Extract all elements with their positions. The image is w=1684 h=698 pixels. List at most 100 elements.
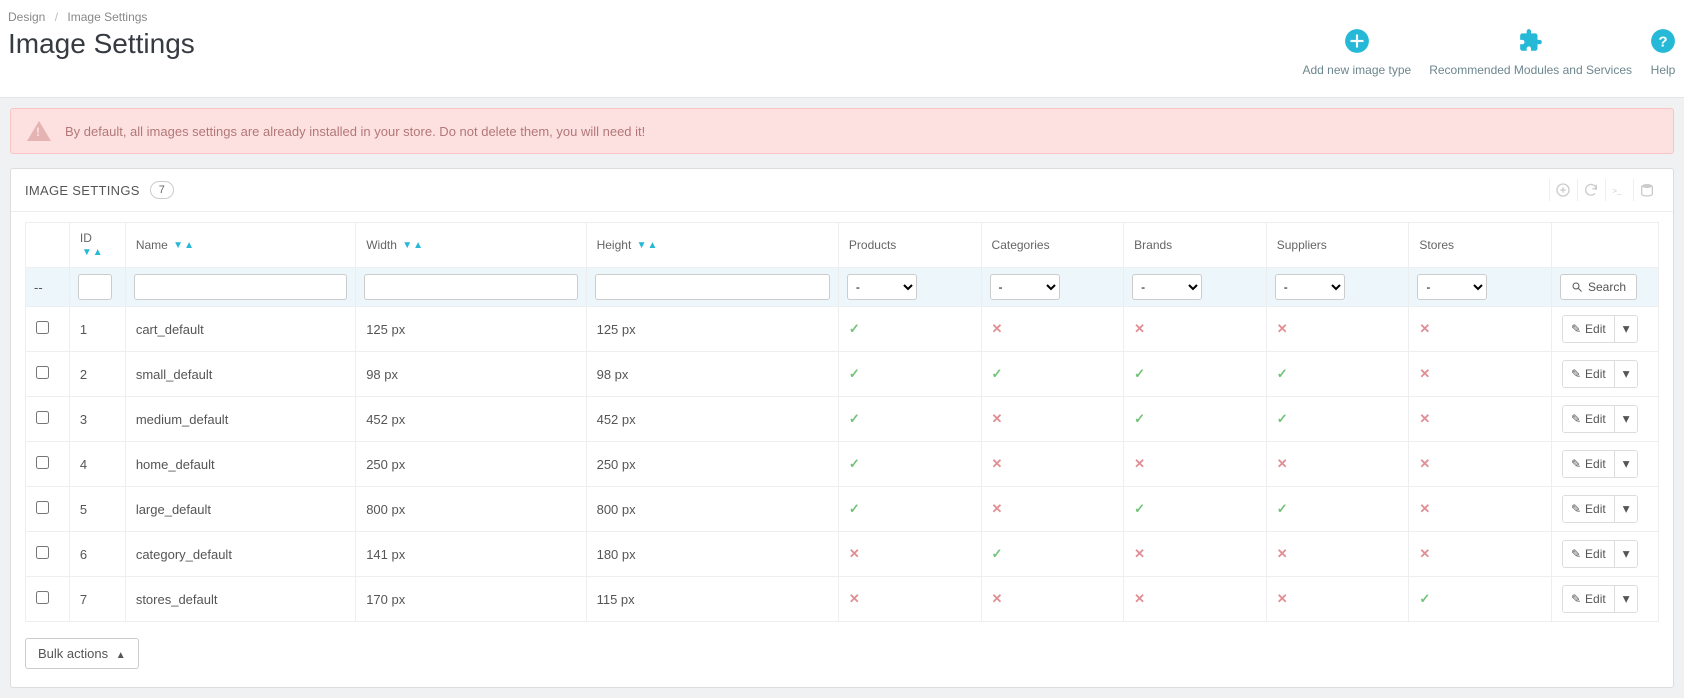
col-suppliers-label: Suppliers bbox=[1277, 238, 1327, 252]
cross-icon[interactable]: ✕ bbox=[849, 546, 860, 561]
table-row[interactable]: 3medium_default452 px452 px✓✕✓✓✕Edit▾ bbox=[26, 397, 1659, 442]
sort-name-asc[interactable]: ▲ bbox=[184, 240, 194, 251]
filter-width-input[interactable] bbox=[364, 274, 577, 300]
check-icon[interactable]: ✓ bbox=[1419, 591, 1430, 606]
check-icon[interactable]: ✓ bbox=[1134, 411, 1145, 426]
check-icon[interactable]: ✓ bbox=[849, 501, 860, 516]
cell-name: small_default bbox=[125, 352, 355, 397]
edit-dropdown-toggle[interactable]: ▾ bbox=[1614, 496, 1638, 522]
sort-id-desc[interactable]: ▼ bbox=[82, 247, 92, 258]
cell-width: 125 px bbox=[356, 307, 586, 352]
panel-export-icon[interactable] bbox=[1633, 179, 1659, 201]
cross-icon[interactable]: ✕ bbox=[1134, 546, 1145, 561]
row-checkbox[interactable] bbox=[36, 321, 49, 334]
check-icon[interactable]: ✓ bbox=[849, 411, 860, 426]
bulk-actions-button[interactable]: Bulk actions ▲ bbox=[25, 638, 139, 669]
filter-height-input[interactable] bbox=[595, 274, 830, 300]
sort-id-asc[interactable]: ▲ bbox=[93, 247, 103, 258]
filter-products-select[interactable]: - bbox=[847, 274, 917, 300]
edit-dropdown-toggle[interactable]: ▾ bbox=[1614, 586, 1638, 612]
cell-height: 800 px bbox=[586, 487, 838, 532]
panel-add-icon[interactable] bbox=[1549, 179, 1575, 201]
filter-name-input[interactable] bbox=[134, 274, 347, 300]
table-row[interactable]: 7stores_default170 px115 px✕✕✕✕✓Edit▾ bbox=[26, 577, 1659, 622]
col-categories-label: Categories bbox=[992, 238, 1050, 252]
check-icon[interactable]: ✓ bbox=[849, 456, 860, 471]
panel-refresh-icon[interactable] bbox=[1577, 179, 1603, 201]
table-row[interactable]: 1cart_default125 px125 px✓✕✕✕✕Edit▾ bbox=[26, 307, 1659, 352]
edit-dropdown-toggle[interactable]: ▾ bbox=[1614, 361, 1638, 387]
check-icon[interactable]: ✓ bbox=[992, 546, 1003, 561]
cell-categories: ✕ bbox=[981, 577, 1124, 622]
row-checkbox[interactable] bbox=[36, 546, 49, 559]
edit-dropdown-toggle[interactable]: ▾ bbox=[1614, 541, 1638, 567]
sort-name-desc[interactable]: ▼ bbox=[173, 240, 183, 251]
help-button[interactable]: ? Help bbox=[1650, 28, 1676, 77]
table-row[interactable]: 6category_default141 px180 px✕✓✕✕✕Edit▾ bbox=[26, 532, 1659, 577]
cross-icon[interactable]: ✕ bbox=[1277, 456, 1288, 471]
edit-button[interactable]: Edit bbox=[1563, 541, 1614, 567]
table-row[interactable]: 5large_default800 px800 px✓✕✓✓✕Edit▾ bbox=[26, 487, 1659, 532]
edit-button[interactable]: Edit bbox=[1563, 406, 1614, 432]
cross-icon[interactable]: ✕ bbox=[1134, 456, 1145, 471]
check-icon[interactable]: ✓ bbox=[1277, 366, 1288, 381]
check-icon[interactable]: ✓ bbox=[1134, 501, 1145, 516]
sort-height-asc[interactable]: ▲ bbox=[648, 240, 658, 251]
count-badge: 7 bbox=[150, 181, 174, 199]
sort-width-asc[interactable]: ▲ bbox=[413, 240, 423, 251]
add-new-image-type-button[interactable]: Add new image type bbox=[1302, 28, 1411, 77]
cross-icon[interactable]: ✕ bbox=[1134, 591, 1145, 606]
edit-button[interactable]: Edit bbox=[1563, 496, 1614, 522]
cross-icon[interactable]: ✕ bbox=[1277, 546, 1288, 561]
filter-stores-select[interactable]: - bbox=[1417, 274, 1487, 300]
cross-icon[interactable]: ✕ bbox=[992, 456, 1003, 471]
check-icon[interactable]: ✓ bbox=[1277, 411, 1288, 426]
cell-stores: ✕ bbox=[1409, 352, 1552, 397]
row-checkbox[interactable] bbox=[36, 591, 49, 604]
table-row[interactable]: 2small_default98 px98 px✓✓✓✓✕Edit▾ bbox=[26, 352, 1659, 397]
search-button[interactable]: Search bbox=[1560, 274, 1637, 300]
filter-suppliers-select[interactable]: - bbox=[1275, 274, 1345, 300]
cross-icon[interactable]: ✕ bbox=[992, 501, 1003, 516]
cross-icon[interactable]: ✕ bbox=[849, 591, 860, 606]
edit-dropdown-toggle[interactable]: ▾ bbox=[1614, 451, 1638, 477]
cross-icon[interactable]: ✕ bbox=[992, 411, 1003, 426]
row-checkbox[interactable] bbox=[36, 366, 49, 379]
cross-icon[interactable]: ✕ bbox=[1419, 546, 1430, 561]
cross-icon[interactable]: ✕ bbox=[1277, 321, 1288, 336]
cross-icon[interactable]: ✕ bbox=[1419, 321, 1430, 336]
check-icon[interactable]: ✓ bbox=[849, 366, 860, 381]
filter-categories-select[interactable]: - bbox=[990, 274, 1060, 300]
check-icon[interactable]: ✓ bbox=[1134, 366, 1145, 381]
edit-button[interactable]: Edit bbox=[1563, 586, 1614, 612]
row-checkbox[interactable] bbox=[36, 411, 49, 424]
col-products-label: Products bbox=[849, 238, 896, 252]
check-icon[interactable]: ✓ bbox=[849, 321, 860, 336]
edit-dropdown-toggle[interactable]: ▾ bbox=[1614, 406, 1638, 432]
panel-sql-icon[interactable]: >_ bbox=[1605, 179, 1631, 201]
sort-height-desc[interactable]: ▼ bbox=[637, 240, 647, 251]
edit-button[interactable]: Edit bbox=[1563, 316, 1614, 342]
edit-button[interactable]: Edit bbox=[1563, 361, 1614, 387]
table-row[interactable]: 4home_default250 px250 px✓✕✕✕✕Edit▾ bbox=[26, 442, 1659, 487]
cross-icon[interactable]: ✕ bbox=[992, 321, 1003, 336]
breadcrumb-parent[interactable]: Design bbox=[8, 10, 45, 24]
check-icon[interactable]: ✓ bbox=[1277, 501, 1288, 516]
edit-button[interactable]: Edit bbox=[1563, 451, 1614, 477]
recommended-modules-button[interactable]: Recommended Modules and Services bbox=[1429, 28, 1632, 77]
row-checkbox[interactable] bbox=[36, 501, 49, 514]
cross-icon[interactable]: ✕ bbox=[992, 591, 1003, 606]
row-checkbox[interactable] bbox=[36, 456, 49, 469]
cell-height: 115 px bbox=[586, 577, 838, 622]
cross-icon[interactable]: ✕ bbox=[1419, 366, 1430, 381]
cross-icon[interactable]: ✕ bbox=[1419, 501, 1430, 516]
filter-id-input[interactable] bbox=[78, 274, 112, 300]
filter-brands-select[interactable]: - bbox=[1132, 274, 1202, 300]
cross-icon[interactable]: ✕ bbox=[1419, 411, 1430, 426]
cross-icon[interactable]: ✕ bbox=[1419, 456, 1430, 471]
sort-width-desc[interactable]: ▼ bbox=[402, 240, 412, 251]
cross-icon[interactable]: ✕ bbox=[1134, 321, 1145, 336]
check-icon[interactable]: ✓ bbox=[992, 366, 1003, 381]
edit-dropdown-toggle[interactable]: ▾ bbox=[1614, 316, 1638, 342]
cross-icon[interactable]: ✕ bbox=[1277, 591, 1288, 606]
